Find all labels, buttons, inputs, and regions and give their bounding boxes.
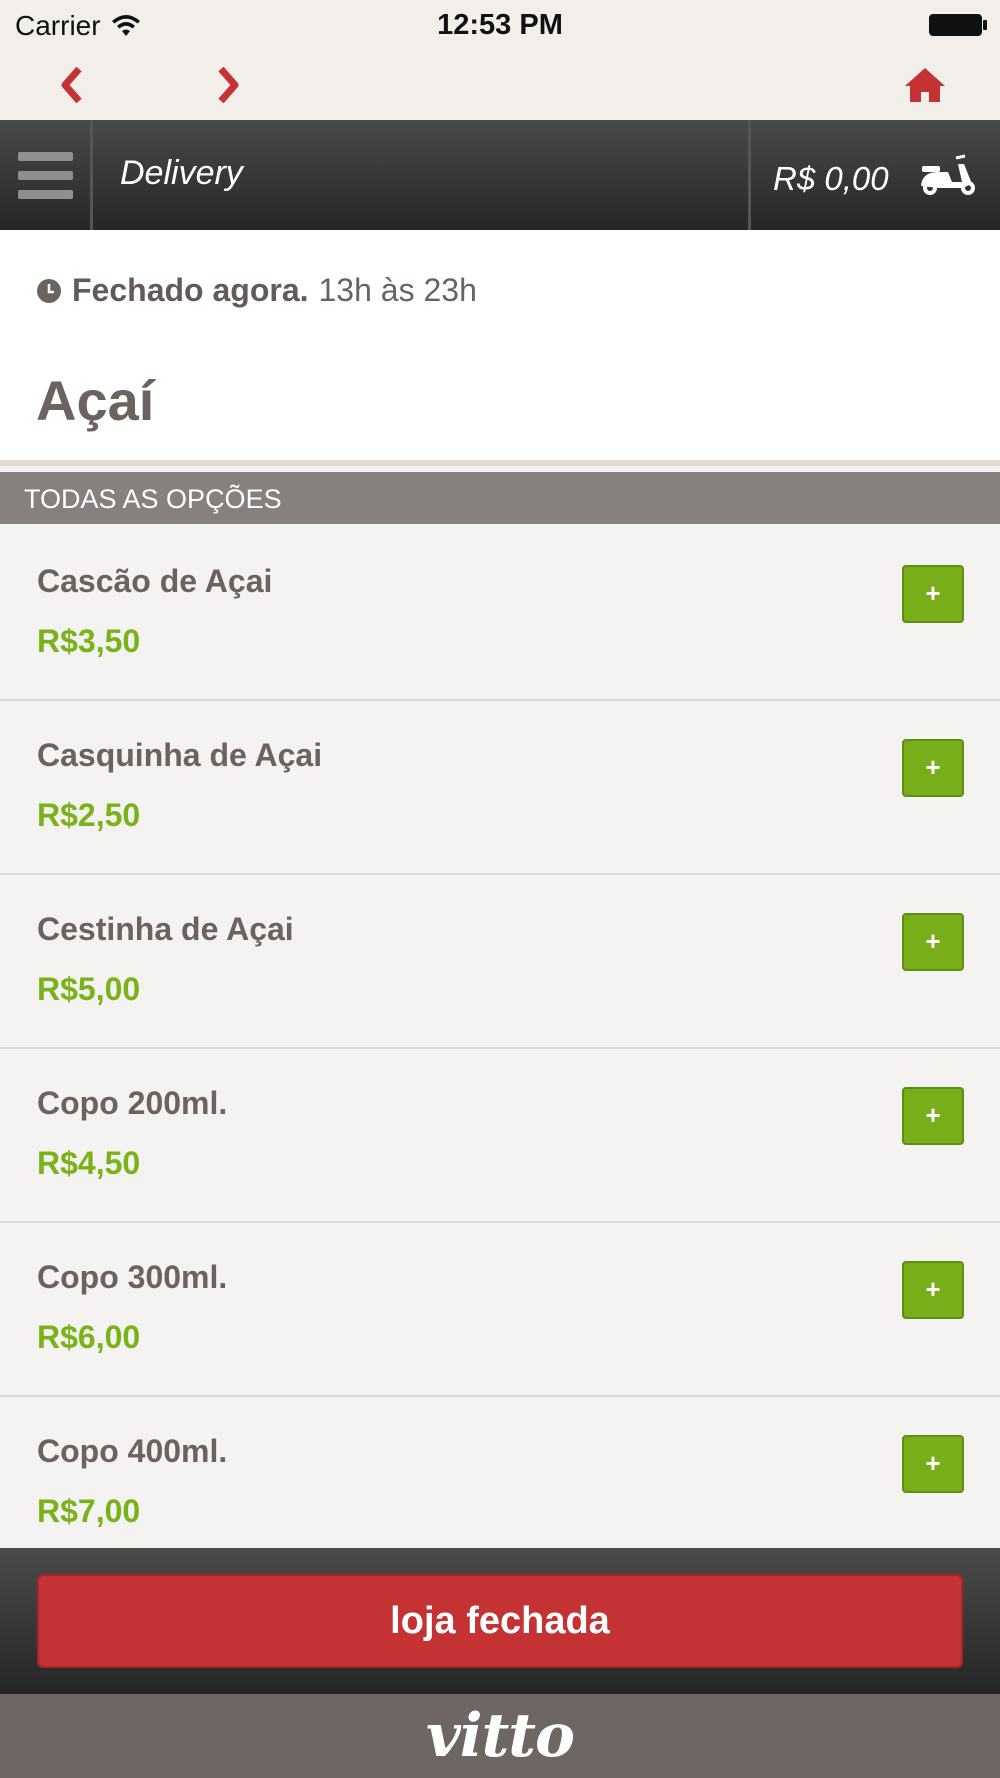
item-price: R$7,00 — [37, 1493, 141, 1529]
back-button[interactable] — [45, 62, 95, 108]
store-hours: Fechado agora. 13h às 23h — [36, 272, 477, 309]
product-list: Cascão de Açai R$3,50 + Casquinha de Aça… — [0, 527, 1000, 1571]
add-button[interactable]: + — [902, 913, 964, 971]
store-closed-button[interactable]: loja fechada — [37, 1574, 963, 1668]
item-name: Casquinha de Açai — [37, 737, 323, 773]
list-item[interactable]: Cestinha de Açai R$5,00 + — [0, 875, 1000, 1049]
item-price: R$6,00 — [37, 1319, 141, 1355]
store-info: Fechado agora. 13h às 23h Açaí — [0, 230, 1000, 466]
status-time: 12:53 PM — [437, 9, 563, 41]
home-button[interactable] — [900, 62, 950, 108]
menu-button[interactable] — [0, 120, 93, 230]
store-status: Fechado agora. — [72, 272, 309, 308]
page-title: Açaí — [36, 369, 155, 432]
forward-button[interactable] — [205, 62, 255, 108]
chevron-left-icon — [61, 66, 82, 104]
item-price: R$4,50 — [37, 1145, 141, 1181]
add-button[interactable]: + — [902, 1435, 964, 1493]
list-item[interactable]: Copo 300ml. R$6,00 + — [0, 1223, 1000, 1397]
battery-icon — [929, 14, 987, 36]
cart-total: R$ 0,00 — [773, 160, 889, 197]
app-header: Delivery R$ 0,00 — [0, 120, 1000, 230]
add-button[interactable]: + — [902, 739, 964, 797]
item-name: Copo 300ml. — [37, 1259, 228, 1295]
item-price: R$5,00 — [37, 971, 141, 1007]
footer-bar: loja fechada — [0, 1548, 1000, 1694]
brand-logo: vitto — [425, 1701, 575, 1771]
item-price: R$2,50 — [37, 797, 141, 833]
item-price: R$3,50 — [37, 623, 141, 659]
item-name: Copo 400ml. — [37, 1433, 228, 1469]
hamburger-icon-bar — [17, 151, 73, 161]
store-hours-range: 13h às 23h — [318, 272, 477, 308]
list-item[interactable]: Cascão de Açai R$3,50 + — [0, 527, 1000, 701]
home-icon — [905, 68, 945, 102]
section-header: TODAS AS OPÇÕES — [0, 472, 1000, 524]
brand-bar: vitto — [0, 1694, 1000, 1778]
add-button[interactable]: + — [902, 1087, 964, 1145]
item-name: Copo 200ml. — [37, 1085, 228, 1121]
hamburger-icon-bar — [17, 170, 73, 180]
header-title: Delivery — [120, 154, 243, 192]
nav-row — [0, 50, 1000, 120]
hamburger-icon-bar — [17, 189, 73, 199]
chevron-right-icon — [218, 66, 239, 104]
item-name: Cestinha de Açai — [37, 911, 294, 947]
clock-icon — [37, 278, 61, 303]
list-item[interactable]: Copo 200ml. R$4,50 + — [0, 1049, 1000, 1223]
add-button[interactable]: + — [902, 1261, 964, 1319]
cart-button[interactable]: R$ 0,00 — [748, 120, 1000, 230]
list-item[interactable]: Casquinha de Açai R$2,50 + — [0, 701, 1000, 875]
scooter-icon — [921, 154, 975, 195]
list-item[interactable]: Copo 400ml. R$7,00 + — [0, 1397, 1000, 1571]
item-name: Cascão de Açai — [37, 563, 273, 599]
status-bar: Carrier 12:53 PM — [0, 0, 1000, 50]
add-button[interactable]: + — [902, 565, 964, 623]
